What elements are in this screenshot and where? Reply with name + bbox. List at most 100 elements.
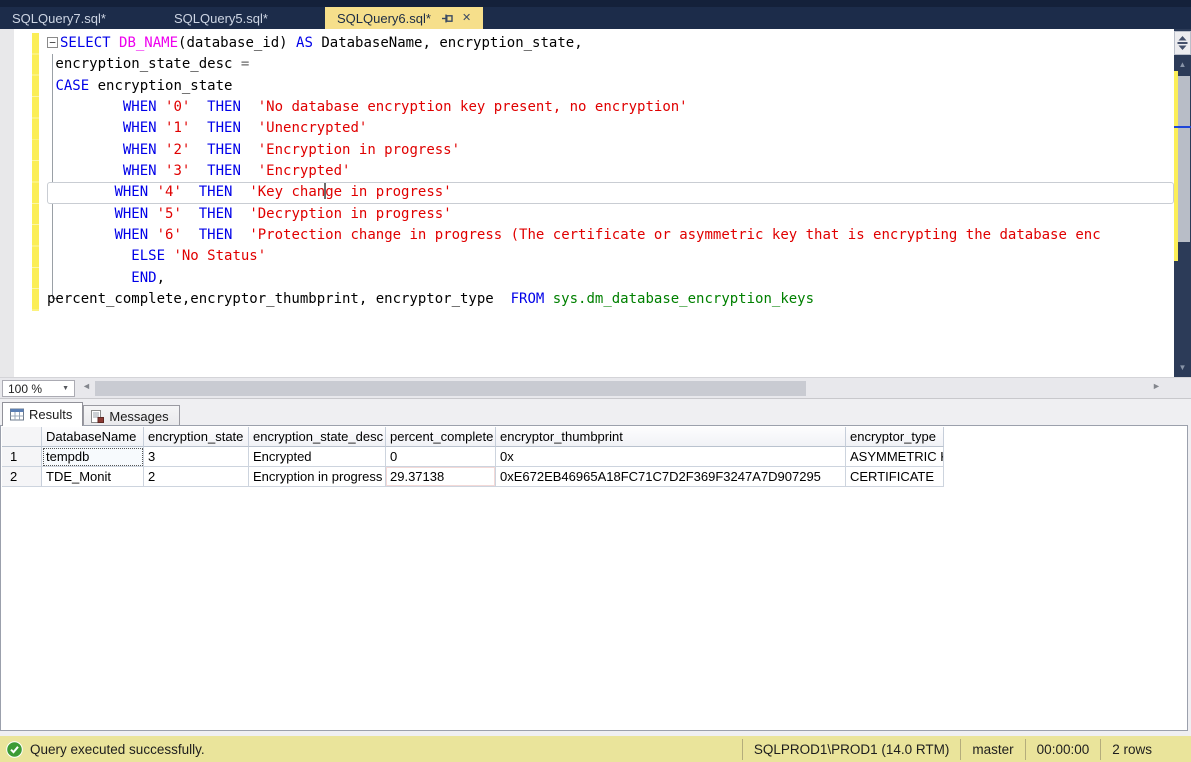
code-line[interactable]: END, — [47, 268, 1174, 289]
grid-row-number[interactable]: 1 — [2, 447, 42, 467]
code-token: WHEN — [122, 120, 157, 137]
code-line[interactable]: WHEN '4' THEN 'Key change in progress' — [47, 182, 1174, 204]
vertical-scrollbar-thumb[interactable] — [1178, 76, 1190, 242]
editor-indicator-margin — [0, 29, 14, 377]
editor-bottom-bar: 100 % ▼ ◄ ► — [0, 377, 1191, 398]
sql-editor[interactable]: − SELECT DB_NAME(database_id) AS Database… — [0, 29, 1191, 377]
close-icon[interactable]: ✕ — [462, 12, 471, 24]
code-token: FROM — [510, 291, 545, 308]
grid-cell[interactable]: 29.37138 — [386, 467, 496, 487]
code-token: WHEN — [114, 205, 149, 222]
grid-column-header[interactable]: encryption_state_desc — [249, 427, 386, 447]
tab-sqlquery7[interactable]: SQLQuery7.sql* — [0, 7, 162, 29]
zoom-dropdown[interactable]: 100 % ▼ — [2, 380, 75, 397]
code-token: WHEN — [114, 227, 149, 244]
tab-results[interactable]: Results — [2, 402, 84, 426]
grid-cell[interactable]: TDE_Monit — [42, 467, 144, 487]
code-line[interactable]: WHEN '0' THEN 'No database encryption ke… — [47, 97, 1174, 118]
tab-messages[interactable]: Messages — [83, 405, 180, 426]
grid-cell[interactable]: Encrypted — [249, 447, 386, 467]
grid-row: 1tempdb3Encrypted00xASYMMETRIC KEY — [2, 447, 944, 467]
grid-header-row: DatabaseName encryption_state encryption_s… — [2, 427, 944, 447]
code-token: 'No database encryption key present, no … — [257, 99, 688, 116]
changed-lines-marker — [32, 33, 39, 311]
code-lines[interactable]: − SELECT DB_NAME(database_id) AS Database… — [47, 33, 1174, 310]
grid-cell[interactable]: tempdb — [42, 447, 144, 467]
code-line[interactable]: encryption_state_desc = — [47, 54, 1174, 75]
code-line[interactable]: CASE encryption_state — [47, 76, 1174, 97]
grid-cell[interactable]: 0xE672EB46965A18FC71C7D2F369F3247A7D9072… — [496, 467, 846, 487]
code-line[interactable]: percent_complete,encryptor_thumbprint, e… — [47, 289, 1174, 310]
grid-cell[interactable]: Encryption in progress — [249, 467, 386, 487]
code-line[interactable]: WHEN '5' THEN 'Decryption in progress' — [47, 204, 1174, 225]
grid-cell[interactable]: 2 — [144, 467, 249, 487]
grid-column-header[interactable]: DatabaseName — [42, 427, 144, 447]
code-token: 'Encryption in progress' — [257, 141, 461, 158]
messages-tab-label: Messages — [109, 408, 169, 424]
code-line[interactable]: WHEN '6' THEN 'Protection change in prog… — [47, 225, 1174, 246]
code-token: AS — [296, 35, 313, 51]
code-token: '5' — [156, 205, 182, 222]
scroll-up-icon[interactable]: ▲ — [1174, 60, 1191, 69]
code-line[interactable]: WHEN '2' THEN 'Encryption in progress' — [47, 140, 1174, 161]
grid-column-header[interactable]: encryption_state — [144, 427, 249, 447]
grid-column-header[interactable]: encryptor_type — [846, 427, 944, 447]
grid-cell[interactable]: CERTIFICATE — [846, 467, 944, 487]
messages-doc-icon — [91, 409, 105, 423]
horizontal-scrollbar-thumb[interactable] — [95, 381, 806, 396]
code-token: THEN — [198, 205, 233, 222]
grid-cell[interactable]: 0x — [496, 447, 846, 467]
split-editor-handle[interactable] — [1174, 31, 1191, 55]
code-line[interactable]: ELSE 'No Status' — [47, 246, 1174, 267]
code-token: 'No Status' — [173, 248, 267, 265]
grid-column-header[interactable]: percent_complete — [386, 427, 496, 447]
results-grid-icon — [10, 408, 24, 421]
grid-column-header[interactable]: encryptor_thumbprint — [496, 427, 846, 447]
grid-cell[interactable]: 0 — [386, 447, 496, 467]
grid-row-number[interactable]: 2 — [2, 467, 42, 487]
editor-vertical-scrollbar[interactable]: ▲ ▼ — [1174, 29, 1191, 377]
tab-sqlquery6-active[interactable]: SQLQuery6.sql* ✕ — [325, 7, 484, 29]
code-line[interactable]: WHEN '3' THEN 'Encrypted' — [47, 161, 1174, 182]
code-token: encryption_state_desc — [47, 56, 241, 73]
scroll-down-icon[interactable]: ▼ — [1174, 363, 1191, 372]
document-tabs-row: SQLQuery7.sql* SQLQuery5.sql* SQLQuery6.… — [0, 7, 1191, 29]
chevron-down-icon: ▼ — [62, 385, 69, 392]
code-token: '2' — [165, 141, 191, 158]
grid-corner-cell — [2, 427, 42, 447]
tab-sqlquery5[interactable]: SQLQuery5.sql* — [162, 7, 325, 29]
code-token: DatabaseName, encryption_state, — [312, 35, 583, 51]
grid-cell[interactable]: 3 — [144, 447, 249, 467]
tab-label: SQLQuery6.sql* — [337, 10, 431, 26]
code-token: sys.dm_database_encryption_keys — [552, 291, 815, 308]
code-line[interactable]: WHEN '1' THEN 'Unencrypted' — [47, 118, 1174, 139]
code-token: encryption_state — [89, 77, 233, 94]
scroll-right-icon[interactable]: ► — [1152, 381, 1161, 391]
tab-label: SQLQuery5.sql* — [174, 10, 268, 26]
fold-collapse-icon[interactable]: − — [47, 37, 58, 48]
tab-label: SQLQuery7.sql* — [12, 10, 106, 26]
code-token: THEN — [207, 141, 241, 158]
code-token: '4' — [156, 184, 182, 201]
scroll-left-icon[interactable]: ◄ — [82, 381, 91, 391]
pin-icon[interactable] — [441, 12, 454, 25]
code-token: CASE — [55, 77, 90, 94]
grid-cell[interactable]: ASYMMETRIC KEY — [846, 447, 944, 467]
code-line[interactable]: − SELECT DB_NAME(database_id) AS Database… — [47, 33, 1174, 54]
code-token: THEN — [198, 227, 233, 244]
results-grid[interactable]: DatabaseName encryption_state encryption_s… — [2, 427, 944, 487]
